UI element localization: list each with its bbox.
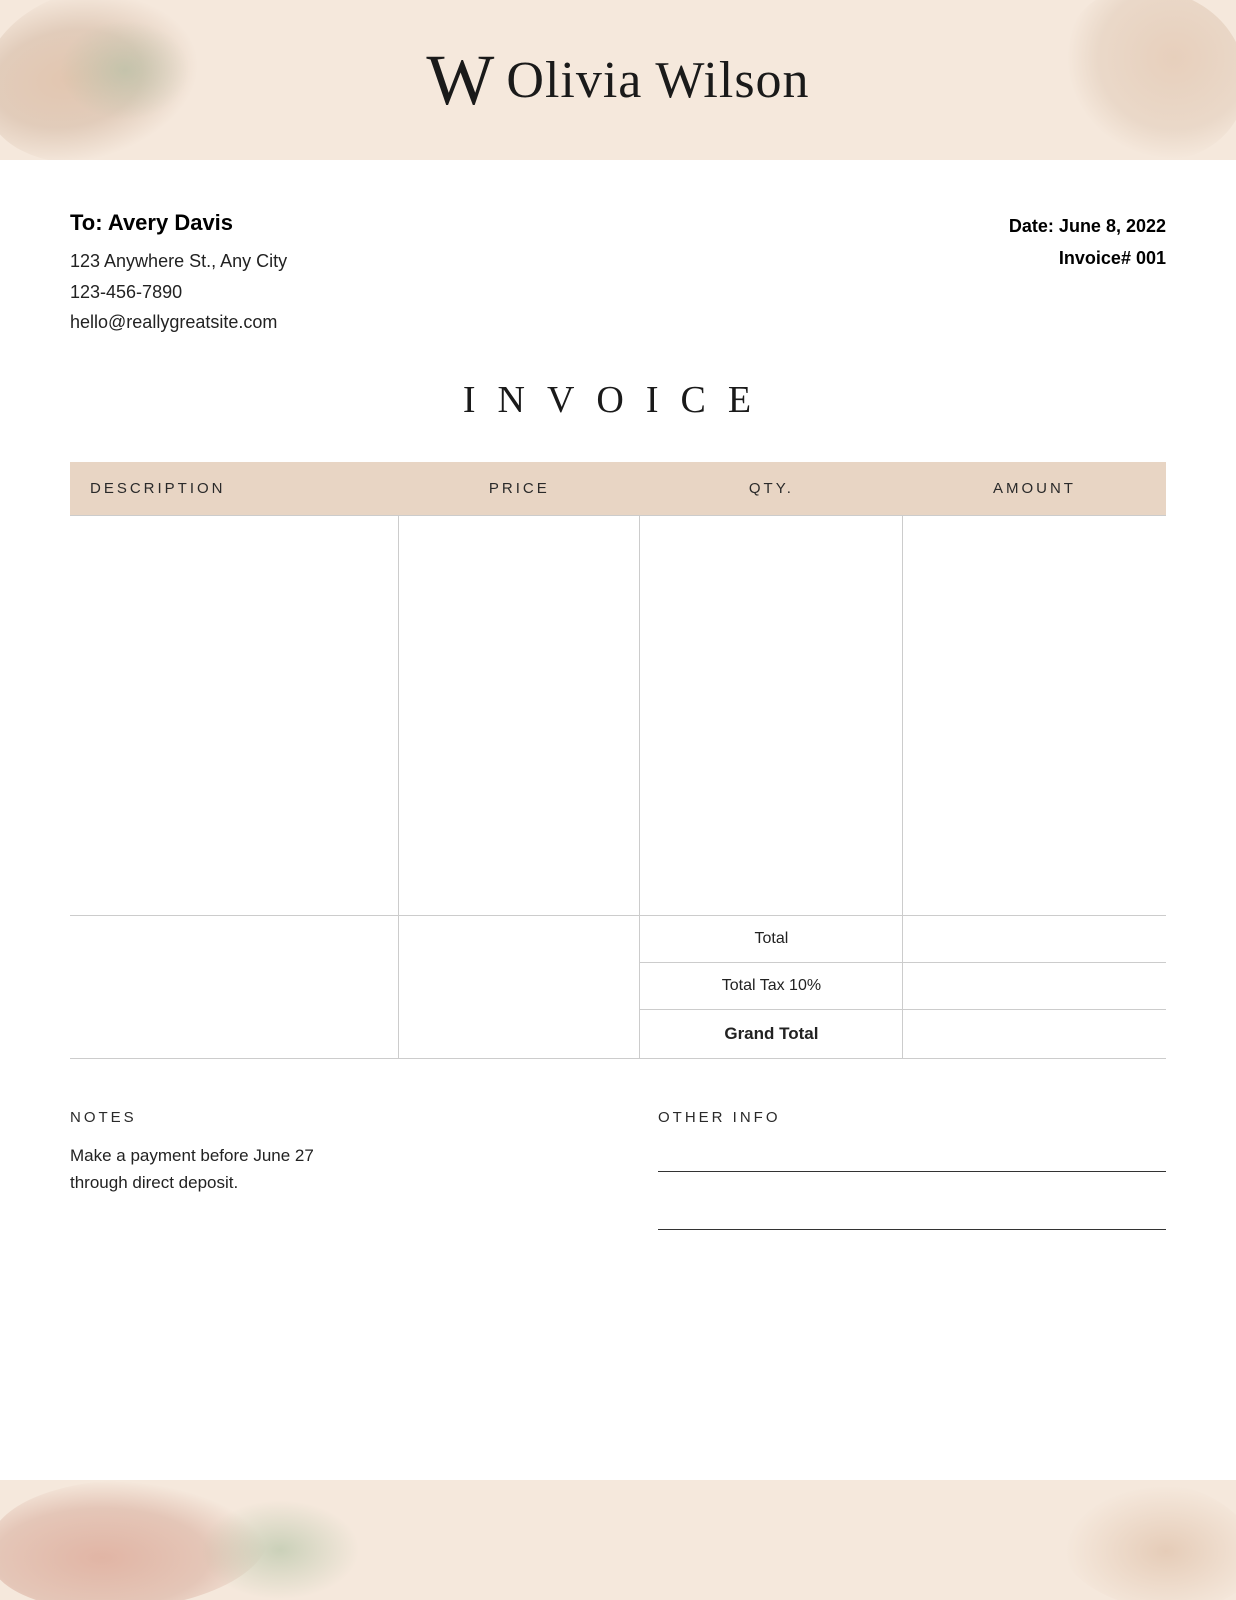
to-name: To: Avery Davis xyxy=(70,210,287,236)
invoice-table: DESCRIPTION PRICE QTY. AMOUNT Total xyxy=(70,462,1166,1059)
qty-cell xyxy=(640,515,903,915)
email-line: hello@reallygreatsite.com xyxy=(70,307,287,338)
notes-label: NOTES xyxy=(70,1109,578,1126)
header-watercolor-green xyxy=(60,20,190,120)
desc-cell xyxy=(70,515,399,915)
header-watercolor-right xyxy=(1066,0,1236,160)
total-label-cell: Total xyxy=(640,915,903,962)
col-amount: AMOUNT xyxy=(903,462,1166,516)
total-amount-cell xyxy=(903,915,1166,962)
billing-row: To: Avery Davis 123 Anywhere St., Any Ci… xyxy=(70,210,1166,338)
page-footer xyxy=(0,1480,1236,1600)
grand-total-amount-cell xyxy=(903,1009,1166,1058)
content-area: To: Avery Davis 123 Anywhere St., Any Ci… xyxy=(0,160,1236,1318)
other-info-label: OTHER INFO xyxy=(658,1109,1166,1126)
invoice-title: INVOICE xyxy=(463,379,773,421)
phone-line: 123-456-7890 xyxy=(70,277,287,308)
footer-watercolor-green xyxy=(200,1500,360,1600)
price-total-cell xyxy=(399,915,640,1058)
table-header-row: DESCRIPTION PRICE QTY. AMOUNT xyxy=(70,462,1166,516)
amount-cell xyxy=(903,515,1166,915)
desc-total-cell xyxy=(70,915,399,1058)
notes-col: NOTES Make a payment before June 27 thro… xyxy=(70,1109,578,1258)
col-description: DESCRIPTION xyxy=(70,462,399,516)
tax-label-cell: Total Tax 10% xyxy=(640,962,903,1009)
page-header: W Olivia Wilson xyxy=(0,0,1236,160)
notes-text-line2: through direct deposit. xyxy=(70,1169,578,1196)
notes-text-line1: Make a payment before June 27 xyxy=(70,1142,578,1169)
other-info-line1 xyxy=(658,1142,1166,1172)
total-row: Total xyxy=(70,915,1166,962)
grand-total-label-cell: Grand Total xyxy=(640,1009,903,1058)
logo-letter: W xyxy=(426,44,492,116)
tax-amount-cell xyxy=(903,962,1166,1009)
other-info-col: OTHER INFO xyxy=(658,1109,1166,1258)
invoice-date: Date: June 8, 2022 xyxy=(1009,210,1166,242)
col-price: PRICE xyxy=(399,462,640,516)
table-row-empty xyxy=(70,515,1166,915)
price-cell xyxy=(399,515,640,915)
invoice-title-row: INVOICE xyxy=(70,378,1166,422)
other-info-line2 xyxy=(658,1200,1166,1230)
footer-watercolor-right xyxy=(1056,1480,1236,1600)
header-logo: W Olivia Wilson xyxy=(426,44,809,116)
billing-to: To: Avery Davis 123 Anywhere St., Any Ci… xyxy=(70,210,287,338)
address-line1: 123 Anywhere St., Any City xyxy=(70,246,287,277)
col-qty: QTY. xyxy=(640,462,903,516)
invoice-meta: Date: June 8, 2022 Invoice# 001 xyxy=(1009,210,1166,275)
invoice-number: Invoice# 001 xyxy=(1009,242,1166,274)
logo-name: Olivia Wilson xyxy=(506,51,809,110)
notes-section: NOTES Make a payment before June 27 thro… xyxy=(70,1109,1166,1278)
